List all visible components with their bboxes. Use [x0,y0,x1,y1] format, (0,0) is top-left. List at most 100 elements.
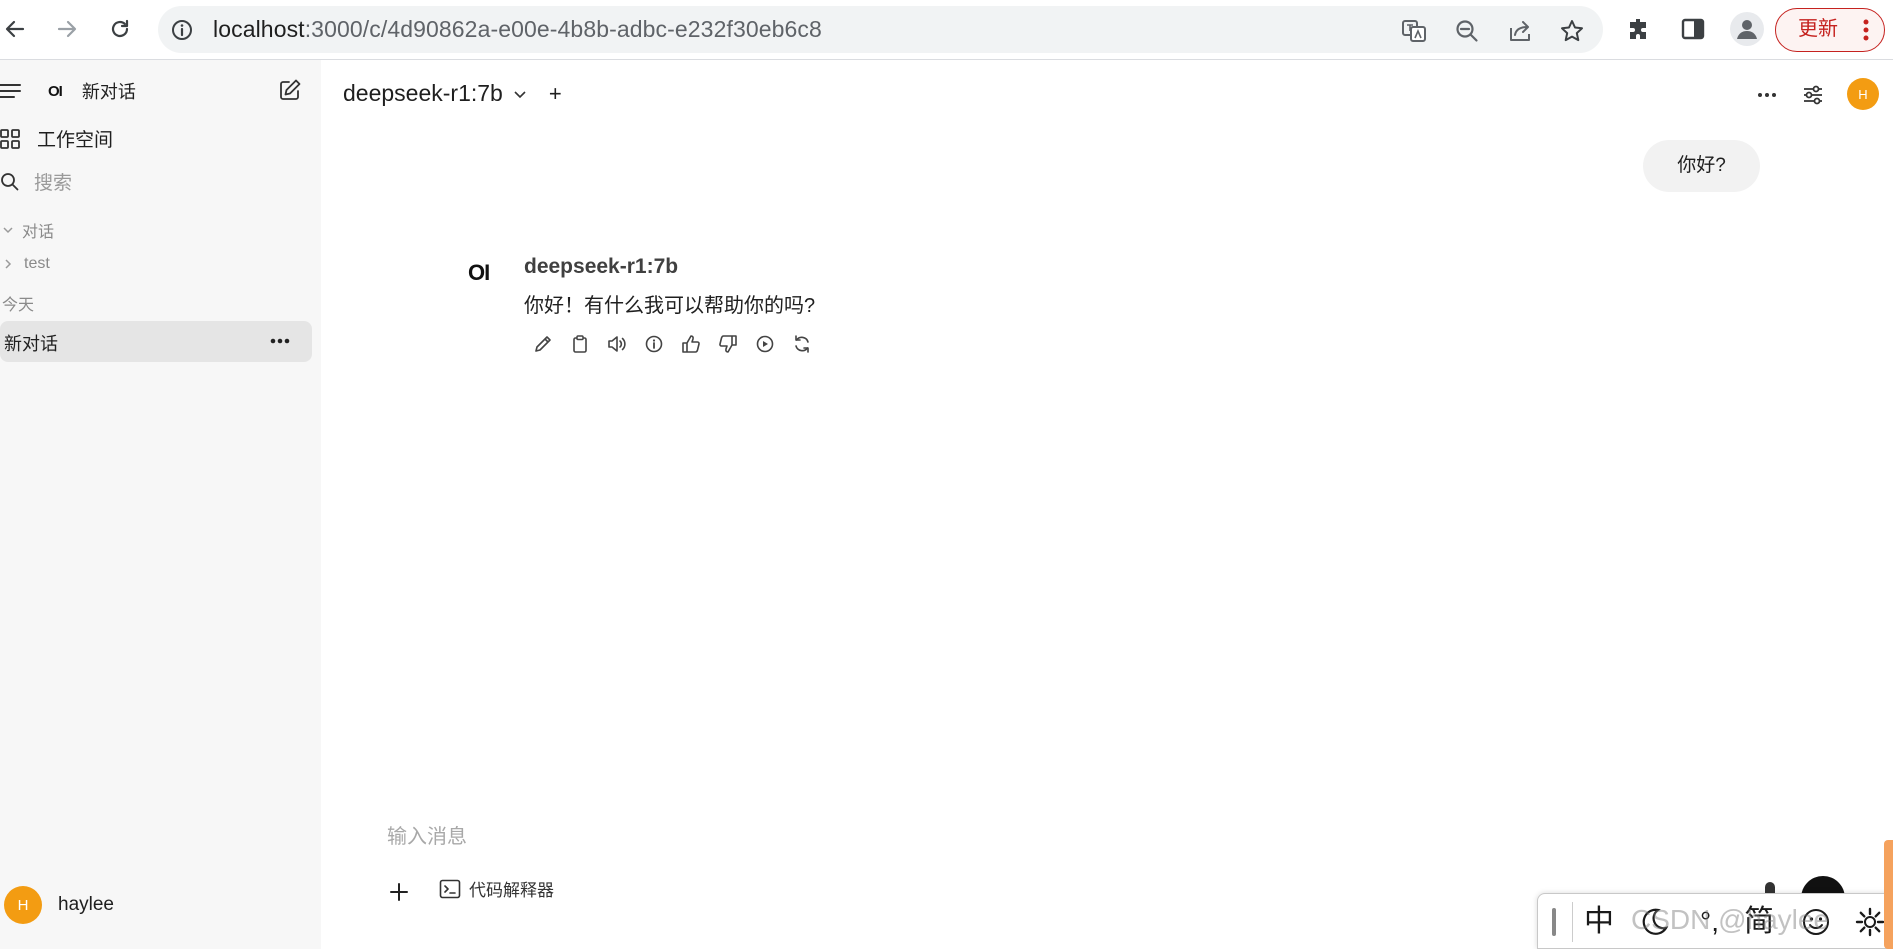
assistant-message-text: 你好！有什么我可以帮助你的吗? [524,295,816,317]
edit-button[interactable] [531,332,555,356]
message-input[interactable] [387,822,1687,852]
copy-button[interactable] [568,332,592,356]
attach-button[interactable] [386,879,412,905]
ime-punct-button[interactable]: °, [1700,902,1719,942]
header-avatar-initial: H [1858,86,1868,102]
compose-icon [280,79,301,100]
read-aloud-icon [608,336,626,352]
chevron-down-icon [3,227,13,234]
add-model-button[interactable]: + [549,81,562,107]
section-chats-toggle[interactable]: 对话 [2,218,54,242]
plus-icon [390,883,408,901]
workspace-label: 工作空间 [37,130,114,151]
search-placeholder: 搜索 [34,173,73,194]
sidebar-logo: OI [48,82,63,100]
back-button[interactable] [0,10,34,48]
kebab-menu-icon [1863,19,1869,41]
site-info-button[interactable] [170,18,194,42]
chevron-down-icon [514,90,526,98]
chat-main: deepseek-r1:7b + H 你好? OI deepseek-r1:7b… [321,60,1893,949]
user-name: haylee [58,894,114,915]
profile-icon [1737,20,1757,39]
regenerate-button[interactable] [790,332,814,356]
bookmark-star-icon [1561,20,1583,42]
profile-button[interactable] [1730,12,1764,46]
model-selector[interactable]: deepseek-r1:7b + [343,80,562,107]
translate-icon [1402,20,1426,42]
ime-script-button[interactable]: 简 [1744,902,1774,942]
forward-button[interactable] [48,10,86,48]
ime-mode-button[interactable]: 中 [1584,902,1614,942]
assistant-model-name: deepseek-r1:7b [524,255,679,278]
bad-response-button[interactable] [716,332,740,356]
bookmark-button[interactable] [1559,18,1583,42]
back-icon [5,20,25,38]
reload-button[interactable] [101,10,139,48]
translate-button[interactable] [1401,18,1426,42]
workspace-grid-icon [0,128,20,149]
sidebar: OI 新对话 工作空间 搜索 对话 test 今天 新对话 H haylee [0,60,321,949]
chat-more-button[interactable] [1752,80,1782,110]
ime-settings-gear-icon[interactable] [1854,906,1886,938]
folder-test[interactable]: test [2,255,50,273]
side-panel-icon [1681,18,1705,40]
extensions-icon [1630,19,1646,39]
page-scroll-indicator[interactable] [1884,840,1893,949]
address-bar[interactable]: localhost:3000/c/4d90862a-e00e-4b8b-adbc… [158,6,1603,53]
section-today-label: 今天 [2,297,35,314]
update-button[interactable]: 更新 [1775,8,1885,52]
reload-icon [111,19,129,38]
moon-icon[interactable] [1638,906,1670,938]
header-avatar[interactable]: H [1847,78,1879,110]
edit-icon [535,336,551,352]
search-icon [1,172,19,190]
ime-toolbar: 中 °, 简 CSDN @haylee [1537,893,1893,949]
continue-button[interactable] [753,332,777,356]
ime-drag-handle[interactable] [1552,908,1556,936]
url-text[interactable]: localhost:3000/c/4d90862a-e00e-4b8b-adbc… [213,6,822,53]
new-chat-button[interactable] [278,78,302,102]
thumbs-down-icon [719,335,737,353]
user-message-text: 你好? [1677,155,1726,176]
read-aloud-button[interactable] [605,332,629,356]
info-button[interactable] [642,332,666,356]
url-path: :3000/c/4d90862a-e00e-4b8b-adbc-e232f30e… [304,16,822,42]
user-avatar: H [4,886,42,924]
site-info-icon [172,20,192,40]
more-horizontal-icon [270,338,290,344]
sidebar-toggle-button[interactable] [0,82,22,100]
extensions-button[interactable] [1624,14,1654,44]
menu-icon [0,84,21,98]
chat-item-menu-button[interactable] [270,338,290,344]
chevron-right-icon [5,259,12,269]
regenerate-icon [795,335,809,353]
new-chat-label: 新对话 [81,82,136,102]
chat-item-label-wrap[interactable]: 新对话 [4,330,58,356]
code-interpreter-toggle[interactable]: 代码解释器 [439,876,554,901]
continue-icon [756,335,774,353]
message-actions [531,332,814,356]
section-chats-label: 对话 [22,224,55,241]
user-menu[interactable]: H haylee [4,886,114,924]
zoom-button[interactable] [1454,18,1478,42]
sidebar-item-workspace[interactable]: 工作空间 [0,125,113,152]
zoom-out-icon [1456,20,1478,42]
controls-button[interactable] [1798,80,1828,110]
info-icon [645,335,663,353]
model-selector-label: deepseek-r1:7b [343,80,503,106]
good-response-button[interactable] [679,332,703,356]
sidebar-search[interactable]: 搜索 [0,168,72,195]
new-chat-link[interactable]: OI 新对话 [48,78,136,104]
update-label: 更新 [1798,18,1838,40]
folder-test-label: test [24,255,50,272]
side-panel-button[interactable] [1678,14,1708,44]
user-avatar-initial: H [17,896,29,914]
assistant-logo: OI [468,260,490,285]
share-icon [1510,21,1530,41]
thumbs-up-icon [682,335,700,353]
share-button[interactable] [1507,18,1531,42]
copy-icon [573,335,587,353]
more-horizontal-icon [1758,93,1776,97]
sliders-icon [1804,85,1822,105]
emoji-icon[interactable] [1800,906,1832,938]
